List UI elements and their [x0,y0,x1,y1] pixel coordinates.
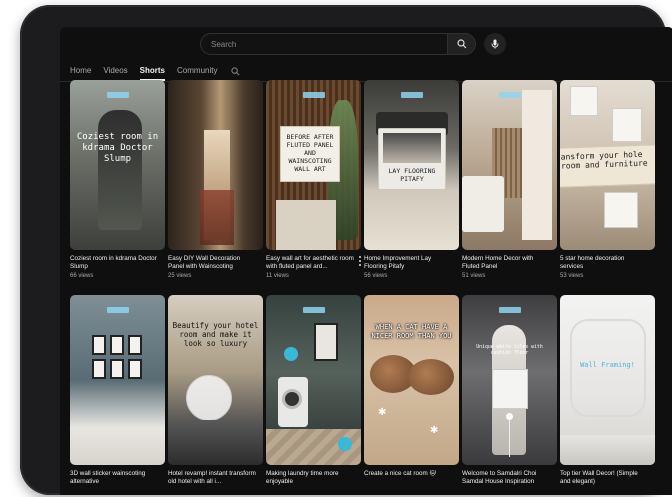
shorts-grid: Coziest room in kdrama Doctor Slump Cozi… [70,80,658,495]
view-count: 66 views [70,273,94,279]
short-title[interactable]: Modern Home Decor with Fluted Panel [462,255,557,271]
short-thumbnail[interactable]: Coziest room in kdrama Doctor Slump [70,80,165,250]
view-count: 11 views [266,273,289,279]
short-card[interactable]: BEFORE AFTER FLUTED PANEL AND WAINSCOTIN… [266,80,361,285]
tab-shorts[interactable]: Shorts [139,61,166,81]
tab-community[interactable]: Community [177,61,217,81]
short-thumbnail[interactable]: Unique white tiles with cushion floor [462,295,557,465]
short-thumbnail[interactable] [462,80,557,250]
thumbnail-caption: Unique white tiles with cushion floor [476,345,543,356]
search-button[interactable] [448,33,476,55]
short-thumbnail[interactable] [70,295,165,465]
brand-logo [107,92,129,98]
short-thumbnail[interactable]: BEFORE AFTER FLUTED PANEL AND WAINSCOTIN… [266,80,361,250]
thumbnail-caption: Wall Framing! [580,361,635,369]
short-thumbnail[interactable]: Wall Framing! [560,295,655,465]
short-card[interactable]: Beautify your hotel room and make it loo… [168,295,263,495]
short-title[interactable]: Easy wall art for aesthetic room with fl… [266,255,361,271]
view-count: 51 views [462,273,486,279]
short-card[interactable]: Easy DIY Wall Decoration Panel with Wain… [168,80,263,285]
brand-badge-icon [284,347,298,361]
short-title[interactable]: Easy DIY Wall Decoration Panel with Wain… [168,255,263,271]
thumbnail-caption: LAY FLOORING PITAFY [388,167,436,183]
short-thumbnail[interactable]: WHEN A CAT HAVE A NICER ROOM THAN YOU ✱ … [364,295,459,465]
brand-logo [499,92,521,98]
search-bar [200,33,506,55]
search-icon [456,39,466,49]
caption-card: BEFORE AFTER FLUTED PANEL AND WAINSCOTIN… [280,126,340,182]
view-count: 53 views [560,273,584,279]
short-card[interactable]: Wall Framing! Top tier Wall Decor! (Simp… [560,295,655,495]
voice-search-button[interactable] [484,33,506,55]
paw-print-icon: ✱ [430,425,439,436]
short-thumbnail[interactable] [266,295,361,465]
more-vertical-icon[interactable] [358,256,362,266]
paw-print-icon: ✱ [378,407,387,418]
caption-card: ansform your hole room and furniture [560,144,655,188]
short-card[interactable]: 3D wall sticker wainscoting alternative [70,295,165,495]
brand-logo [401,92,423,98]
short-thumbnail[interactable]: ansform your hole room and furniture [560,80,655,250]
thumbnail-caption: ansform your hole room and furniture [560,149,648,171]
short-card[interactable]: WHEN A CAT HAVE A NICER ROOM THAN YOU ✱ … [364,295,459,495]
thumbnail-caption: Beautify your hotel room and make it loo… [172,321,259,348]
brand-logo [303,307,325,313]
short-title[interactable]: Hotel revamp! instant transform old hote… [168,470,263,486]
short-card[interactable]: Coziest room in kdrama Doctor Slump Cozi… [70,80,165,285]
thumbnail-caption: Coziest room in kdrama Doctor Slump [76,132,159,164]
channel-tabs: Home Videos Shorts Community [70,61,240,81]
thumbnail-caption: BEFORE AFTER FLUTED PANEL AND WAINSCOTIN… [286,133,334,173]
short-thumbnail[interactable] [168,80,263,250]
search-icon [231,66,240,75]
channel-search-button[interactable] [231,61,240,81]
short-title[interactable]: Making laundry time more enjoyable [266,470,361,486]
short-title[interactable]: Welcome to Samdalri Choi Samdal House In… [462,470,557,486]
caption-card: LAY FLOORING PITAFY [378,128,446,190]
short-card[interactable]: Modern Home Decor with Fluted Panel 51 v… [462,80,557,285]
tab-videos[interactable]: Videos [103,61,127,81]
search-input[interactable] [200,33,448,55]
view-count: 56 views [364,273,388,279]
brand-logo [303,92,325,98]
short-title[interactable]: Coziest room in kdrama Doctor Slump [70,255,165,271]
brand-badge-icon [338,437,352,451]
short-card[interactable]: Making laundry time more enjoyable [266,295,361,495]
brand-logo [499,307,521,313]
microphone-icon [491,39,499,49]
short-title[interactable]: 5 star home decoration services [560,255,655,271]
short-title[interactable]: 3D wall sticker wainscoting alternative [70,470,165,486]
brand-logo [107,307,129,313]
short-thumbnail[interactable]: LAY FLOORING PITAFY [364,80,459,250]
tab-home[interactable]: Home [70,61,91,81]
short-card[interactable]: LAY FLOORING PITAFY Home Improvement Lay… [364,80,459,285]
app-screen: Home Videos Shorts Community Coziest roo… [60,27,672,495]
short-title[interactable]: Top tier Wall Decor! (Simple and elegant… [560,470,655,486]
view-count: 25 views [168,273,192,279]
short-title[interactable]: Create a nice cat room 🐱 [364,470,459,486]
short-card[interactable]: ansform your hole room and furniture 5 s… [560,80,655,285]
thumbnail-caption: WHEN A CAT HAVE A NICER ROOM THAN YOU [371,323,452,340]
short-card[interactable]: Unique white tiles with cushion floor We… [462,295,557,495]
short-thumbnail[interactable]: Beautify your hotel room and make it loo… [168,295,263,465]
tablet-frame: Home Videos Shorts Community Coziest roo… [20,5,672,495]
short-title[interactable]: Home Improvement Lay Flooring Pitafy [364,255,459,271]
